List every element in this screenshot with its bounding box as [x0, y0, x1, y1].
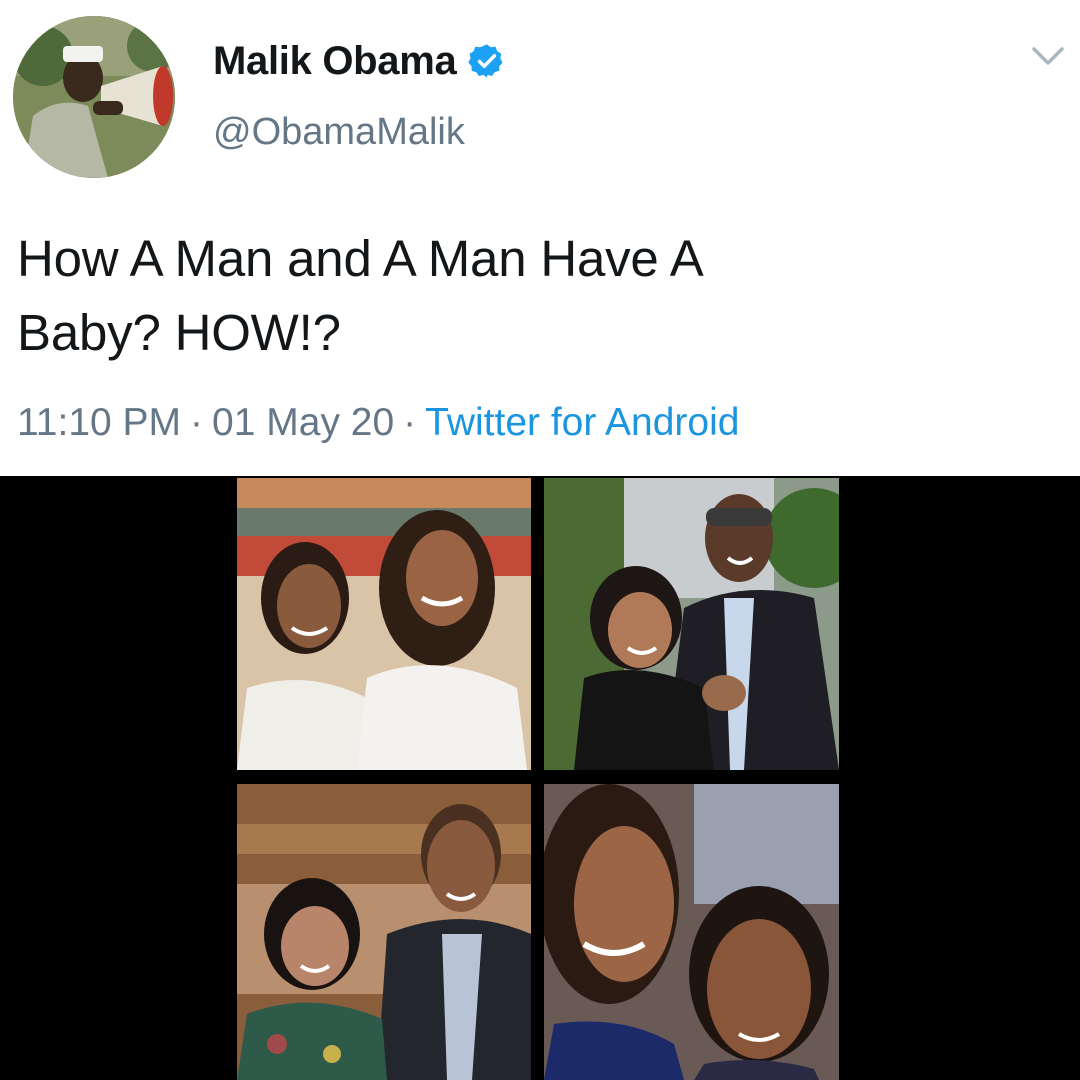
- tweet-text-line: How A Man and A Man Have A: [17, 230, 704, 287]
- tweet-source-link[interactable]: Twitter for Android: [425, 401, 739, 444]
- verified-badge-icon: [468, 44, 503, 78]
- separator-dot: ·: [403, 401, 417, 444]
- author-display-name[interactable]: Malik Obama: [213, 39, 457, 84]
- separator-dot: ·: [190, 401, 204, 444]
- tweet-date[interactable]: 01 May 20: [212, 401, 394, 444]
- author-name-row[interactable]: Malik Obama: [213, 38, 506, 84]
- photo-bottom-right[interactable]: [544, 784, 839, 1080]
- tweet-time[interactable]: 11:10 PM: [17, 401, 181, 444]
- photo-top-left[interactable]: [237, 478, 531, 770]
- author-avatar[interactable]: [13, 16, 175, 178]
- author-handle[interactable]: @ObamaMalik: [213, 111, 465, 154]
- tweet-text: How A Man and A Man Have A Baby? HOW!?: [17, 222, 1057, 370]
- photo-bottom-left[interactable]: [237, 784, 531, 1080]
- tweet-text-line: Baby? HOW!?: [17, 304, 341, 361]
- tweet-metadata: 11:10 PM · 01 May 20 · Twitter for Android: [17, 401, 739, 445]
- tweet-media[interactable]: [0, 476, 1080, 1080]
- photo-top-right[interactable]: [544, 478, 839, 770]
- tweet-header: Malik Obama @ObamaMalik: [0, 0, 1080, 200]
- chevron-down-icon[interactable]: [1030, 43, 1066, 69]
